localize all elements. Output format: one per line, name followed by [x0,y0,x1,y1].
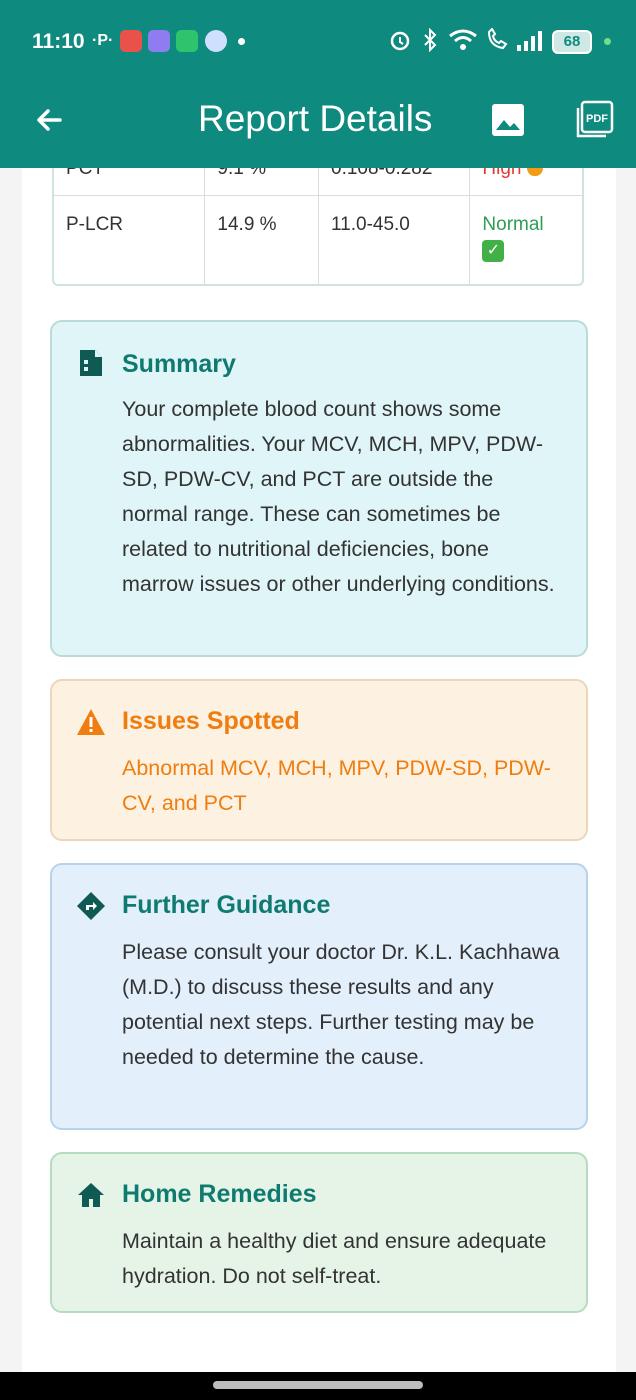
guidance-card: Further Guidance Please consult your doc… [50,863,588,1130]
warning-icon [77,709,105,735]
home-gesture-handle[interactable] [213,1381,423,1389]
document-icon [80,350,102,376]
test-status-cell: High [470,168,582,195]
summary-title: Summary [122,350,236,378]
phone-icon [176,30,198,52]
summary-card: Summary Your complete blood count shows … [50,320,588,657]
page-title: Report Details [198,98,433,139]
system-nav-bar [0,1372,636,1400]
status-bar: 11:10 ·P· 68 [0,0,636,84]
wifi-icon [449,29,477,50]
home-icon [78,1183,104,1207]
pdf-icon[interactable]: PDF [576,100,614,138]
test-name: PCT [54,168,206,195]
remedies-title: Home Remedies [122,1180,317,1208]
app-icon [205,30,227,52]
test-range: 0.108-0.282 [319,168,471,195]
check-icon: ✓ [482,240,505,262]
back-arrow-icon[interactable] [30,100,70,140]
status-time: 11:10 [32,30,85,53]
fire-icon [527,168,544,176]
directions-icon [77,892,105,920]
summary-text: Your complete blood count shows some abn… [122,397,555,596]
alarm-icon [390,31,410,51]
photo-app-icon [120,30,142,52]
remedies-text: Maintain a healthy diet and ensure adequ… [122,1229,547,1288]
status-normal: Normal [482,214,544,235]
test-value: 9.1 % [205,168,319,195]
guidance-title: Further Guidance [122,891,331,919]
app-header: 11:10 ·P· 68 Report Details PDF [0,0,636,168]
image-icon[interactable] [490,102,526,138]
remedies-card: Home Remedies Maintain a healthy diet an… [50,1152,588,1313]
table-row: P-LCR 14.9 % 11.0-45.0 Normal ✓ [54,196,582,284]
messenger-icon [148,30,170,52]
notification-dot [238,38,245,45]
notification-dot-green [604,38,611,45]
issues-title: Issues Spotted [122,707,300,735]
bluetooth-icon [424,28,437,52]
issues-text: Abnormal MCV, MCH, MPV, PDW-SD, PDW-CV, … [122,756,551,815]
issues-card: Issues Spotted Abnormal MCV, MCH, MPV, P… [50,679,588,841]
wifi-calling-icon [487,28,508,50]
status-high: High [482,168,522,179]
signal-icon [517,31,542,51]
guidance-text: Please consult your doctor Dr. K.L. Kach… [122,940,560,1069]
carrier-icon: ·P· [92,32,114,49]
table-row: PCT 9.1 % 0.108-0.282 High [54,168,582,196]
test-value: 14.9 % [205,196,319,284]
report-content[interactable]: PCT 9.1 % 0.108-0.282 High P-LCR 14.9 % … [22,168,616,1372]
pdf-label: PDF [586,113,608,125]
battery-indicator: 68 [552,30,592,54]
test-range: 11.0-45.0 [319,196,471,284]
test-status-cell: Normal ✓ [470,196,582,284]
test-name: P-LCR [54,196,206,284]
results-table: PCT 9.1 % 0.108-0.282 High P-LCR 14.9 % … [52,168,584,286]
